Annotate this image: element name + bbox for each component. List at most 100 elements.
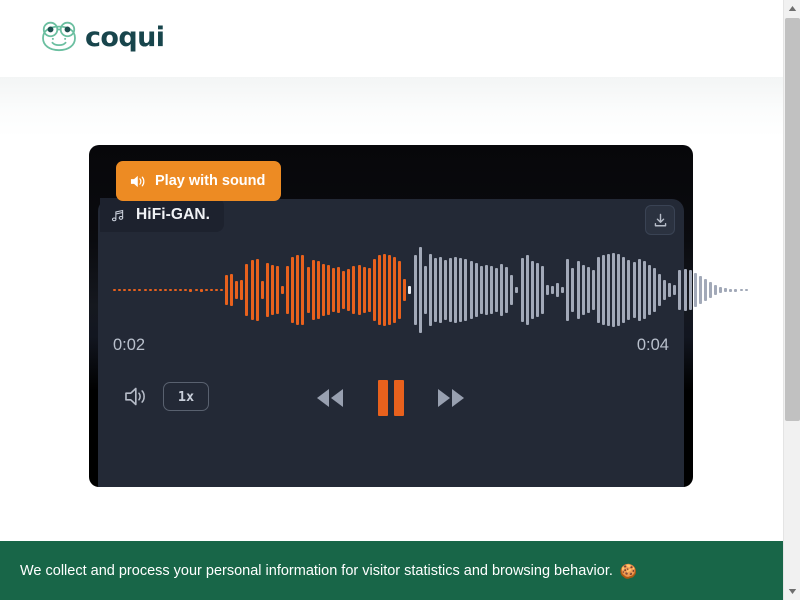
pause-bar-left bbox=[377, 380, 388, 416]
waveform-bar bbox=[204, 289, 208, 291]
waveform-bar bbox=[668, 283, 672, 297]
volume-button[interactable] bbox=[124, 386, 148, 407]
music-note-icon bbox=[111, 209, 125, 222]
waveform-bar bbox=[632, 262, 636, 318]
waveform-bar bbox=[357, 265, 361, 315]
waveform-bar bbox=[744, 289, 748, 291]
waveform-bar bbox=[240, 280, 244, 300]
waveform-bar bbox=[591, 270, 595, 310]
waveform-bar bbox=[388, 255, 392, 325]
current-time-label: 0:02 bbox=[113, 336, 146, 354]
waveform-bar bbox=[576, 261, 580, 319]
waveform-bar bbox=[235, 281, 239, 299]
cookie-message: We collect and process your personal inf… bbox=[20, 562, 613, 579]
waveform-bar bbox=[724, 288, 728, 292]
page-root: coqui Play with sound HiFi-GAN. 0:02 0:0… bbox=[0, 0, 800, 600]
waveform-bar bbox=[637, 259, 641, 321]
waveform-bar bbox=[403, 279, 407, 301]
total-time-label: 0:04 bbox=[636, 336, 669, 354]
waveform-bar bbox=[622, 257, 626, 323]
waveform-bar bbox=[612, 253, 616, 327]
waveform-bar bbox=[530, 261, 534, 319]
waveform-bar bbox=[581, 265, 585, 315]
waveform-bar bbox=[474, 263, 478, 317]
waveform-bar bbox=[362, 267, 366, 313]
waveform-bar bbox=[515, 287, 519, 293]
waveform-bar bbox=[260, 281, 264, 299]
waveform-bar bbox=[189, 288, 193, 292]
cookie-emoji-icon: 🍪 bbox=[619, 562, 638, 579]
waveform-bar bbox=[433, 258, 437, 322]
waveform-bar bbox=[174, 289, 178, 291]
rewind-button[interactable] bbox=[313, 387, 347, 409]
waveform-bar bbox=[225, 275, 229, 305]
waveform-bar bbox=[602, 255, 605, 325]
waveform-bar bbox=[209, 289, 213, 291]
download-button[interactable] bbox=[645, 205, 675, 235]
waveform-bar bbox=[408, 286, 412, 294]
waveform-bar bbox=[163, 289, 167, 291]
waveform-bar bbox=[464, 259, 468, 321]
waveform-bar bbox=[479, 266, 483, 314]
waveform-bar bbox=[703, 279, 707, 301]
waveform-bar bbox=[347, 269, 351, 311]
page-scrollbar[interactable] bbox=[783, 0, 800, 600]
speaker-wave-icon bbox=[129, 174, 146, 189]
waveform-bar bbox=[688, 270, 692, 310]
waveform-bar bbox=[525, 255, 529, 325]
scrollbar-thumb[interactable] bbox=[785, 18, 800, 421]
waveform-bar bbox=[184, 289, 188, 291]
frog-face-icon bbox=[40, 21, 78, 53]
left-controls: 1x bbox=[124, 382, 209, 411]
waveform-bar bbox=[454, 257, 458, 323]
waveform-bar bbox=[566, 259, 570, 321]
pause-button[interactable] bbox=[376, 380, 406, 416]
waveform-bar bbox=[352, 266, 356, 314]
waveform-bar bbox=[714, 285, 718, 295]
model-name-tag: HiFi-GAN. bbox=[100, 198, 225, 232]
cookie-message-wrap: We collect and process your personal inf… bbox=[20, 563, 637, 579]
waveform-bar bbox=[265, 263, 269, 317]
time-row: 0:02 0:04 bbox=[113, 336, 669, 355]
waveform-bar bbox=[495, 268, 499, 312]
brand-logo-link[interactable]: coqui bbox=[40, 21, 165, 53]
waveform-bar bbox=[148, 289, 152, 291]
fast-forward-button[interactable] bbox=[434, 387, 468, 409]
pause-bar-right bbox=[393, 380, 404, 416]
waveform-bar bbox=[296, 255, 300, 325]
waveform-bar bbox=[230, 274, 234, 306]
waveform-bar bbox=[652, 268, 656, 312]
waveform-bar bbox=[642, 261, 646, 319]
waveform-bar bbox=[734, 288, 738, 292]
waveform-bar bbox=[500, 264, 504, 316]
scroll-up-arrow-icon[interactable] bbox=[784, 0, 800, 17]
waveform-bar bbox=[143, 289, 147, 291]
waveform-bar bbox=[169, 289, 173, 291]
waveform-bar bbox=[673, 285, 677, 295]
playback-speed-button[interactable]: 1x bbox=[163, 382, 209, 411]
waveform-bar bbox=[342, 271, 346, 309]
waveform-bar bbox=[194, 289, 198, 291]
waveform-bar bbox=[439, 257, 442, 323]
waveform-bar bbox=[321, 264, 325, 316]
waveform-bar bbox=[505, 267, 509, 313]
waveform-bar bbox=[398, 261, 402, 319]
waveform-bar bbox=[658, 274, 662, 306]
brand-name: coqui bbox=[85, 21, 165, 53]
scroll-down-arrow-icon[interactable] bbox=[784, 583, 800, 600]
waveform-bar bbox=[413, 255, 417, 325]
model-name-label: HiFi-GAN. bbox=[136, 206, 211, 223]
waveform-bar bbox=[113, 289, 116, 291]
waveform-seekbar[interactable] bbox=[113, 247, 748, 333]
waveform-bar bbox=[118, 289, 122, 291]
play-with-sound-button[interactable]: Play with sound bbox=[116, 161, 282, 201]
waveform-bar bbox=[301, 255, 305, 325]
waveform-bar bbox=[663, 280, 667, 300]
site-header: coqui bbox=[0, 0, 783, 77]
waveform-bar bbox=[138, 289, 142, 291]
waveform-bar bbox=[489, 266, 493, 314]
waveform-bar bbox=[123, 289, 127, 291]
waveform-bar bbox=[647, 265, 651, 315]
transport-controls bbox=[313, 378, 468, 418]
waveform-bar bbox=[377, 255, 381, 325]
